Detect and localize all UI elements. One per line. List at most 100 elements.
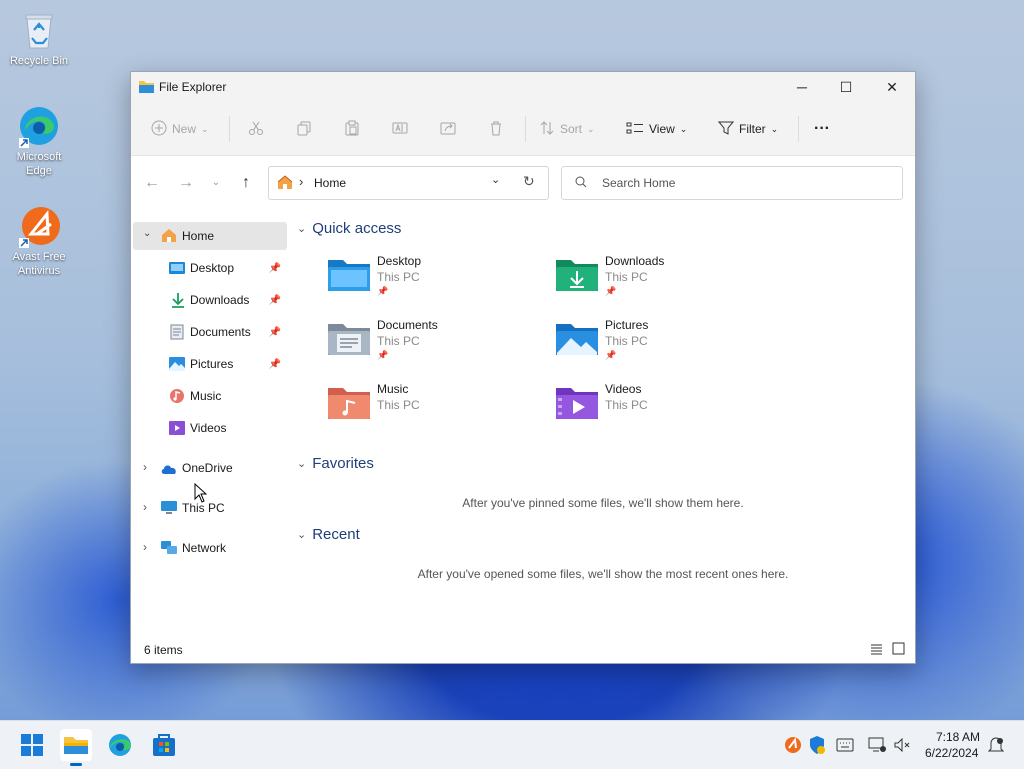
notification-icon[interactable] [987, 736, 1005, 757]
recent-locations-button[interactable]: ⌄ [205, 174, 227, 192]
file-explorer-icon [60, 737, 92, 764]
nav-item-desktop[interactable]: Desktop 📌 [131, 254, 287, 282]
recent-header[interactable]: ⌄ Recent [297, 526, 360, 543]
nav-item-pictures[interactable]: Pictures 📌 [131, 350, 287, 378]
section-title: Favorites [312, 455, 374, 472]
see-more-button[interactable]: ··· [814, 118, 830, 140]
start-button[interactable] [16, 729, 48, 761]
taskbar-file-explorer[interactable] [60, 729, 92, 766]
rename-button[interactable] [392, 118, 408, 140]
volume-muted-icon[interactable] [894, 737, 910, 755]
nav-item-home[interactable]: ⌄ Home [133, 222, 287, 250]
search-box[interactable] [561, 166, 903, 200]
copy-button[interactable] [296, 118, 312, 140]
search-input[interactable] [600, 175, 884, 191]
item-location: This PC [605, 270, 648, 284]
up-button[interactable]: ↑ [235, 174, 257, 192]
toolbar-divider [525, 116, 526, 142]
forward-button[interactable]: → [175, 174, 197, 192]
mouse-cursor-icon [194, 482, 208, 506]
display-icon[interactable] [868, 737, 886, 756]
pin-icon: 📌 [605, 350, 617, 360]
documents-folder-icon [327, 320, 371, 356]
nav-label: OneDrive [182, 461, 233, 475]
back-button[interactable]: ← [141, 174, 163, 192]
edge-icon [17, 104, 61, 148]
chevron-right-icon: › [143, 460, 147, 474]
search-icon [575, 176, 587, 191]
maximize-button[interactable]: ☐ [823, 72, 869, 102]
chevron-right-icon: › [143, 540, 147, 554]
refresh-icon[interactable]: ↻ [523, 173, 535, 190]
clock-time[interactable]: 7:18 AM [936, 730, 980, 744]
nav-label: Videos [190, 421, 227, 435]
store-icon [148, 734, 180, 764]
taskbar-store[interactable] [148, 729, 180, 761]
filter-button[interactable]: Filter ⌄ [717, 118, 779, 140]
minimize-button[interactable]: ─ [779, 72, 825, 102]
chevron-down-icon: ⌄ [297, 529, 307, 541]
security-shield-icon[interactable] [808, 735, 826, 758]
item-name: Downloads [605, 254, 665, 268]
title-bar[interactable]: File Explorer ─ ☐ ✕ [131, 72, 915, 102]
view-button[interactable]: View ⌄ [626, 118, 687, 140]
item-location: This PC [377, 334, 420, 348]
download-icon [171, 292, 185, 311]
quick-access-item-music[interactable]: Music This PC [327, 382, 527, 442]
arrow-left-icon: ← [144, 174, 160, 191]
close-icon: ✕ [886, 78, 898, 95]
chevron-down-icon: ⌄ [770, 123, 779, 134]
desktop-icon-edge[interactable]: Microsoft Edge [3, 104, 75, 178]
quick-access-item-desktop[interactable]: Desktop This PC 📌 [327, 254, 527, 314]
taskbar-edge[interactable] [104, 729, 136, 761]
sort-label: Sort [560, 122, 583, 136]
avast-tray-icon[interactable] [784, 736, 802, 757]
nav-item-documents[interactable]: Documents 📌 [131, 318, 287, 346]
quick-access-header[interactable]: ⌄ Quick access [297, 220, 401, 237]
music-folder-icon [327, 384, 371, 420]
new-button[interactable]: New ⌄ [151, 118, 209, 140]
tiles-view-button[interactable] [892, 642, 905, 658]
music-icon [169, 388, 185, 407]
item-location: This PC [377, 270, 420, 284]
pin-icon: 📌 [605, 286, 617, 296]
paste-button[interactable] [344, 118, 360, 140]
home-icon [161, 228, 177, 246]
close-button[interactable]: ✕ [869, 72, 915, 102]
arrow-right-icon: → [178, 174, 194, 191]
breadcrumb-home[interactable]: Home [314, 176, 346, 190]
quick-access-item-pictures[interactable]: Pictures This PC 📌 [555, 318, 755, 378]
desktop-icon-recycle-bin[interactable]: Recycle Bin [3, 8, 75, 68]
address-bar[interactable]: › Home ⌄ ↻ [268, 166, 549, 200]
plus-icon [151, 120, 167, 139]
desktop-icon-avast[interactable]: Avast Free Antivirus [3, 204, 75, 278]
onedrive-icon [161, 463, 177, 477]
quick-access-item-videos[interactable]: Videos This PC [555, 382, 755, 442]
cut-button[interactable] [248, 118, 264, 140]
breadcrumb-separator: › [299, 174, 304, 189]
filter-label: Filter [739, 122, 766, 136]
delete-button[interactable] [488, 118, 504, 140]
share-button[interactable] [440, 118, 456, 140]
nav-item-downloads[interactable]: Downloads 📌 [131, 286, 287, 314]
chevron-down-icon: ⌄ [211, 177, 221, 188]
pin-icon: 📌 [268, 326, 281, 338]
details-view-button[interactable] [870, 643, 883, 658]
filter-icon [717, 120, 735, 139]
sort-button[interactable]: Sort ⌄ [539, 118, 595, 140]
quick-access-item-downloads[interactable]: Downloads This PC 📌 [555, 254, 755, 314]
quick-access-item-documents[interactable]: Documents This PC 📌 [327, 318, 527, 378]
desktop-icon-label: Microsoft Edge [16, 151, 62, 177]
nav-item-music[interactable]: Music [131, 382, 287, 410]
clock-date[interactable]: 6/22/2024 [925, 746, 978, 760]
chevron-down-icon: ⌄ [587, 123, 595, 134]
nav-item-network[interactable]: › Network [131, 534, 287, 562]
recycle-bin-icon [17, 8, 61, 52]
favorites-header[interactable]: ⌄ Favorites [297, 455, 374, 472]
nav-item-videos[interactable]: Videos [131, 414, 287, 442]
keyboard-icon[interactable] [836, 738, 854, 755]
nav-item-this-pc[interactable]: › This PC [131, 494, 287, 522]
address-dropdown-icon[interactable]: ⌄ [491, 173, 500, 186]
nav-item-onedrive[interactable]: › OneDrive [131, 454, 287, 482]
pictures-folder-icon [555, 320, 599, 356]
